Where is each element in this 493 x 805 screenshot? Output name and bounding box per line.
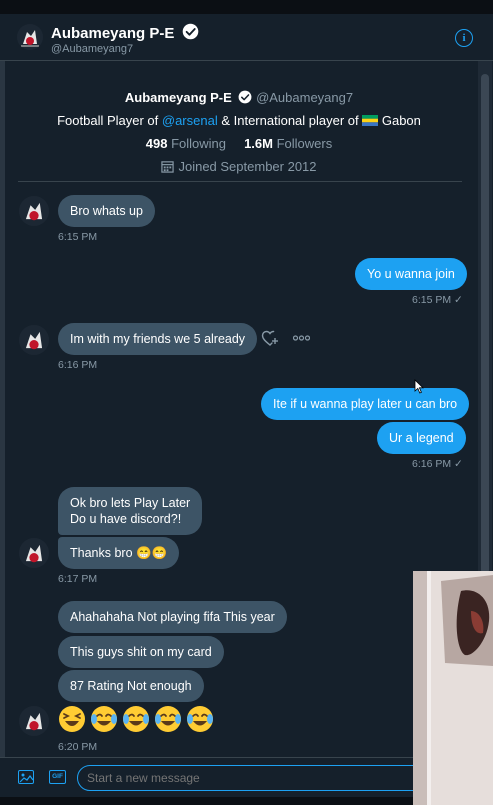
- profile-name[interactable]: Aubameyang P-E: [125, 90, 232, 105]
- followers-label[interactable]: Followers: [273, 136, 333, 151]
- mouse-cursor-icon: [414, 379, 424, 394]
- flag-icon: [362, 115, 379, 126]
- header-handle: @Aubameyang7: [51, 43, 134, 55]
- joined-date: Joined September 2012: [178, 159, 317, 174]
- sender-avatar[interactable]: [19, 706, 49, 736]
- outgoing-message[interactable]: Ur a legend: [377, 422, 466, 454]
- incoming-message-multiline[interactable]: Ok bro lets Play Later Do u have discord…: [58, 487, 203, 535]
- incoming-message[interactable]: Bro whats up: [58, 195, 155, 227]
- incoming-message[interactable]: This guys shit on my card: [58, 636, 224, 668]
- verified-icon: [239, 90, 252, 104]
- profile-stats: 498 Following 1.6M Followers: [0, 136, 478, 151]
- tears-of-joy-emoji-icon: [91, 706, 117, 732]
- header-name: Aubameyang P-E: [51, 25, 175, 42]
- header-avatar[interactable]: [17, 24, 43, 50]
- incoming-message[interactable]: Ahahahaha Not playing fifa This year: [58, 601, 287, 633]
- outgoing-message[interactable]: Ite if u wanna play later u can bro: [261, 388, 470, 420]
- calendar-icon: [161, 161, 175, 173]
- conversation-header: Aubameyang P-E @Aubameyang7 i: [0, 14, 493, 61]
- bio-country: Gabon: [378, 113, 421, 128]
- profile-bio: Football Player of @arsenal & Internatio…: [0, 113, 478, 128]
- profile-divider: [18, 181, 462, 182]
- message-timestamp: 6:17 PM: [58, 573, 98, 585]
- webcam-overlay: [413, 571, 493, 805]
- message-timestamp: 6:16 PM ✓: [412, 458, 463, 470]
- profile-summary: Aubameyang P-E @Aubameyang7 Football Pla…: [0, 90, 478, 174]
- sender-avatar[interactable]: [19, 538, 49, 568]
- message-input[interactable]: [77, 765, 437, 791]
- image-icon[interactable]: [18, 770, 34, 784]
- laughing-emoji-icon: [59, 706, 85, 732]
- incoming-message[interactable]: Im with my friends we 5 already: [58, 323, 258, 355]
- outgoing-message[interactable]: Yo u wanna join: [355, 258, 467, 290]
- webcam-image: [413, 571, 493, 805]
- profile-handle[interactable]: @Aubameyang7: [256, 90, 353, 105]
- message-line: Do u have discord?!: [70, 512, 182, 526]
- tears-of-joy-emoji-icon: [155, 706, 181, 732]
- verified-icon: [182, 23, 198, 40]
- avatar-image: [19, 706, 49, 736]
- avatar-image: [19, 196, 49, 226]
- avatar-image: [19, 538, 49, 568]
- message-timestamp: 6:15 PM: [58, 231, 98, 243]
- followers-count[interactable]: 1.6M: [244, 136, 273, 151]
- following-label[interactable]: Following: [167, 136, 226, 151]
- image-icon-glyph: [19, 773, 33, 783]
- tears-of-joy-emoji-icon: [123, 706, 149, 732]
- sender-avatar[interactable]: [19, 196, 49, 226]
- gif-icon[interactable]: GIF: [49, 770, 66, 784]
- message-timestamp: 6:16 PM: [58, 359, 98, 371]
- avatar-image: [19, 325, 49, 355]
- top-window-strip: [0, 0, 493, 14]
- sender-avatar[interactable]: [19, 325, 49, 355]
- bio-prefix: Football Player of: [57, 113, 162, 128]
- profile-name-row: Aubameyang P-E @Aubameyang7: [0, 90, 478, 105]
- bio-mid: & International player of: [217, 113, 363, 128]
- message-timestamp: 6:20 PM: [58, 741, 98, 753]
- heart-plus-icon[interactable]: [261, 330, 279, 347]
- bio-arsenal-link[interactable]: @arsenal: [162, 113, 218, 128]
- emoji-message[interactable]: 😆😂😂😂😂: [58, 705, 214, 733]
- message-line: Ok bro lets Play Later: [70, 496, 191, 510]
- incoming-message[interactable]: Thanks bro 😁😁: [58, 537, 180, 569]
- avatar-image: [17, 24, 43, 50]
- profile-joined: Joined September 2012: [0, 159, 478, 174]
- more-icon[interactable]: [293, 335, 310, 341]
- header-name-row: Aubameyang P-E: [51, 23, 199, 42]
- incoming-message[interactable]: 87 Rating Not enough: [58, 670, 204, 702]
- message-timestamp: 6:15 PM ✓: [412, 294, 463, 306]
- tears-of-joy-emoji-icon: [187, 706, 213, 732]
- info-icon[interactable]: i: [455, 29, 473, 47]
- scrollbar-thumb[interactable]: [481, 74, 489, 574]
- following-count[interactable]: 498: [146, 136, 168, 151]
